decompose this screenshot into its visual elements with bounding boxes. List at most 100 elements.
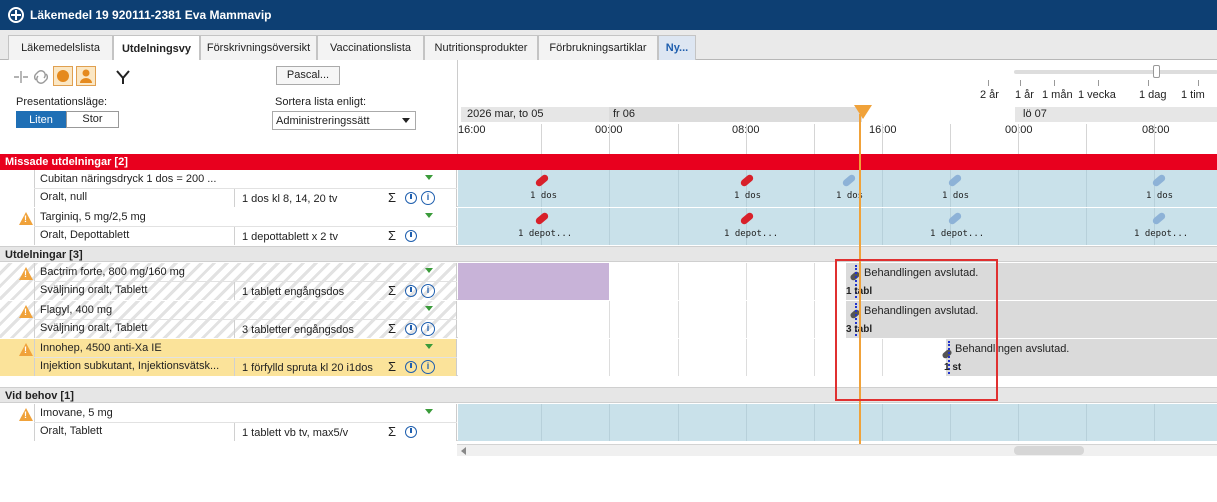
sum-icon[interactable]: Σ bbox=[388, 283, 396, 298]
medication-route: Oralt, null bbox=[40, 191, 88, 203]
cross-logo-icon bbox=[8, 7, 24, 23]
tab-forskrivningsoversikt[interactable]: Förskrivningsöversikt bbox=[200, 35, 317, 60]
warning-icon[interactable] bbox=[19, 267, 33, 280]
medication-route: Injektion subkutant, Injektionsvätsk... bbox=[40, 360, 220, 372]
medication-row[interactable]: Flagyl, 400 mg Sväljning oralt, Tablett … bbox=[0, 301, 1217, 338]
presentation-label: Presentationsläge: bbox=[16, 96, 108, 108]
expand-arrow-icon[interactable] bbox=[425, 306, 433, 311]
clock-icon[interactable] bbox=[405, 323, 417, 335]
sort-label: Sortera lista enligt: bbox=[275, 96, 367, 108]
info-icon[interactable]: i bbox=[421, 322, 435, 336]
tab-nutritionsprodukter[interactable]: Nutritionsprodukter bbox=[424, 35, 538, 60]
clock-icon[interactable] bbox=[405, 230, 417, 242]
dose-label: 1 dos bbox=[942, 191, 970, 201]
expand-arrow-icon[interactable] bbox=[425, 409, 433, 414]
medication-row[interactable]: Imovane, 5 mg Oralt, Tablett 1 tablett v… bbox=[0, 404, 1217, 441]
tab-forbrukningsartiklar[interactable]: Förbrukningsartiklar bbox=[538, 35, 658, 60]
warning-icon[interactable] bbox=[19, 343, 33, 356]
medication-name: Flagyl, 400 mg bbox=[40, 304, 113, 316]
medication-name: Cubitan näringsdryck 1 dos = 200 ... bbox=[40, 173, 217, 185]
tab-vaccinationslista[interactable]: Vaccinationslista bbox=[317, 35, 424, 60]
clock-icon[interactable] bbox=[405, 285, 417, 297]
scale-1-year[interactable]: 1 år bbox=[1015, 89, 1034, 101]
medication-dose: 1 förfylld spruta kl 20 i1dos bbox=[242, 362, 373, 374]
split-icon[interactable] bbox=[12, 68, 30, 86]
dose-label: 1 depot... bbox=[518, 229, 573, 239]
sum-icon[interactable]: Σ bbox=[388, 359, 396, 374]
missed-dose-icon[interactable] bbox=[534, 173, 550, 188]
link-icon[interactable] bbox=[32, 68, 50, 86]
horizontal-scrollbar[interactable] bbox=[457, 444, 1217, 456]
hour-label: 16:00 bbox=[458, 124, 486, 136]
tab-utdelningsvy[interactable]: Utdelningsvy bbox=[113, 35, 200, 61]
medication-dose: 1 tablett engångsdos bbox=[242, 286, 345, 298]
size-large-button[interactable]: Stor bbox=[66, 111, 119, 128]
missed-dose-icon[interactable] bbox=[739, 173, 755, 188]
day-label-sat: lö 07 bbox=[1015, 107, 1217, 122]
size-small-button[interactable]: Liten bbox=[16, 111, 66, 128]
expand-arrow-icon[interactable] bbox=[425, 268, 433, 273]
tab-bar: Läkemedelslista Utdelningsvy Förskrivnin… bbox=[0, 30, 1217, 61]
warning-icon[interactable] bbox=[19, 305, 33, 318]
sort-select[interactable]: Administreringssätt bbox=[272, 111, 416, 130]
section-dispensings: Utdelningar [3] bbox=[0, 246, 1217, 262]
medication-route: Sväljning oralt, Tablett bbox=[40, 322, 148, 334]
clock-icon[interactable] bbox=[405, 426, 417, 438]
medication-name: Imovane, 5 mg bbox=[40, 407, 113, 419]
scale-2-years[interactable]: 2 år bbox=[980, 89, 999, 101]
fork-icon[interactable] bbox=[114, 68, 132, 86]
scroll-left-icon[interactable] bbox=[461, 447, 466, 455]
dose-label: 1 dos bbox=[1146, 191, 1174, 201]
info-icon[interactable]: i bbox=[421, 191, 435, 205]
sum-icon[interactable]: Σ bbox=[388, 190, 396, 205]
dose-label: 1 dos bbox=[734, 191, 762, 201]
sum-icon[interactable]: Σ bbox=[388, 228, 396, 243]
sum-icon[interactable]: Σ bbox=[388, 424, 396, 439]
medication-row[interactable]: Bactrim forte, 800 mg/160 mg Sväljning o… bbox=[0, 263, 1217, 300]
section-missed: Missade utdelningar [2] bbox=[0, 154, 1217, 170]
timeline-header: 2 år 1 år 1 mån 1 vecka 1 dag 1 tim 2026… bbox=[457, 60, 1217, 154]
zoom-slider-thumb[interactable] bbox=[1153, 65, 1160, 78]
clock-icon[interactable] bbox=[405, 192, 417, 204]
pascal-button[interactable]: Pascal... bbox=[276, 66, 340, 85]
medication-name: Innohep, 4500 anti-Xa IE bbox=[40, 342, 162, 354]
missed-dose-icon[interactable] bbox=[534, 211, 550, 226]
expand-arrow-icon[interactable] bbox=[425, 213, 433, 218]
scheduled-dose-icon[interactable] bbox=[841, 173, 857, 188]
tab-new[interactable]: Ny... bbox=[658, 35, 696, 60]
expand-arrow-icon[interactable] bbox=[425, 344, 433, 349]
window-title: Läkemedel 19 920111-2381 Eva Mammavip bbox=[30, 8, 272, 22]
clock-icon[interactable] bbox=[405, 361, 417, 373]
now-marker-icon[interactable] bbox=[854, 105, 872, 119]
scale-1-hour[interactable]: 1 tim bbox=[1181, 89, 1205, 101]
person-icon[interactable] bbox=[76, 66, 96, 86]
expand-arrow-icon[interactable] bbox=[425, 175, 433, 180]
warning-icon[interactable] bbox=[19, 212, 33, 225]
medication-dose: 1 dos kl 8, 14, 20 tv bbox=[242, 193, 338, 205]
tool-panel: Pascal... Presentationsläge: Liten Stor … bbox=[0, 60, 457, 154]
info-icon[interactable]: i bbox=[421, 284, 435, 298]
sum-icon[interactable]: Σ bbox=[388, 321, 396, 336]
scale-1-day[interactable]: 1 dag bbox=[1139, 89, 1167, 101]
scale-1-week[interactable]: 1 vecka bbox=[1078, 89, 1116, 101]
highlight-box bbox=[835, 259, 998, 401]
dose-label: 1 depot... bbox=[1134, 229, 1189, 239]
scale-1-month[interactable]: 1 mån bbox=[1042, 89, 1073, 101]
medication-name: Bactrim forte, 800 mg/160 mg bbox=[40, 266, 185, 278]
hand-icon[interactable] bbox=[53, 66, 73, 86]
medication-route: Oralt, Depottablett bbox=[40, 229, 130, 241]
zoom-slider-track[interactable] bbox=[1014, 70, 1217, 74]
warning-icon[interactable] bbox=[19, 408, 33, 421]
scrollbar-thumb[interactable] bbox=[1014, 446, 1084, 455]
medication-row[interactable]: Targiniq, 5 mg/2,5 mg Oralt, Depottablet… bbox=[0, 208, 1217, 245]
medication-dose: 3 tabletter engångsdos bbox=[242, 324, 354, 336]
dose-label: 1 depot... bbox=[724, 229, 779, 239]
medication-name: Targiniq, 5 mg/2,5 mg bbox=[40, 211, 146, 223]
tab-lakemedelslista[interactable]: Läkemedelslista bbox=[8, 35, 113, 60]
medication-route: Oralt, Tablett bbox=[40, 425, 103, 437]
medication-row[interactable]: Innohep, 4500 anti-Xa IE Injektion subku… bbox=[0, 339, 1217, 376]
missed-dose-icon[interactable] bbox=[739, 211, 755, 226]
medication-row[interactable]: Cubitan näringsdryck 1 dos = 200 ... Ora… bbox=[0, 170, 1217, 207]
dose-label: 1 depot... bbox=[930, 229, 985, 239]
info-icon[interactable]: i bbox=[421, 360, 435, 374]
